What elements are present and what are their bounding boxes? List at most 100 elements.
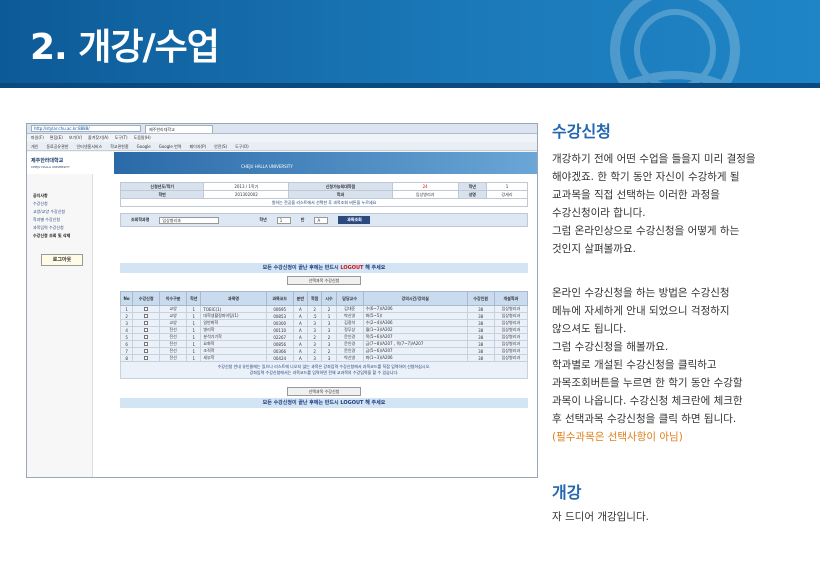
site-sidebar: 공지사항 수강신청 교양/교양 수강신청 학과별 수강신청 과목입력 수강신청 … [27, 174, 93, 477]
table-cell: 1 [321, 312, 337, 320]
table-cell: A [292, 340, 309, 348]
table-cell: 1 [186, 326, 202, 334]
checkbox-icon[interactable] [144, 320, 149, 325]
favorite-item[interactable]: 학교관한홈 [110, 142, 128, 150]
register-checkbox[interactable] [132, 326, 161, 334]
banner-stripe [0, 83, 820, 88]
search-bar: 조회학과명 임상병리과 학년 1 반 A 과목조회 [120, 213, 528, 227]
course-register-button-bottom[interactable]: 선택과목 수강신청 [287, 387, 361, 396]
sidebar-item-dept[interactable]: 학과별 수강신청 [27, 216, 92, 224]
paragraph-line: 과목이 나옵니다. 수강신청 체크란에 체크한 [552, 395, 743, 407]
checkbox-icon[interactable] [144, 306, 149, 311]
table-cell: 김정석 [335, 319, 364, 327]
sidebar-item-registration[interactable]: 수강신청 [27, 200, 92, 208]
menu-item[interactable]: 편집(E) [50, 134, 63, 142]
sidebar-item-notice[interactable]: 공지사항 [27, 192, 92, 200]
table-cell: 전선 [159, 333, 188, 341]
checkbox-icon[interactable] [144, 341, 149, 346]
dept-select[interactable]: 임상병리과 [159, 216, 220, 224]
guide-line: 수강신청 안내 유인물에는 있으나 리스트에 나오지 않는 과목은 강좌입력 수… [217, 364, 431, 369]
table-cell: 7 [119, 347, 134, 355]
sidebar-item-general[interactable]: 교양/교양 수강신청 [27, 208, 92, 216]
column-header: 시수 [321, 291, 337, 306]
menu-item[interactable]: 도구(T) [115, 134, 128, 142]
favorite-item[interactable]: Google [137, 142, 151, 150]
table-cell: 수(2~4)/A306 [362, 319, 468, 327]
notice-text: 해 주세요 [363, 400, 386, 406]
favorite-item[interactable]: 동료공유관한 [46, 142, 68, 150]
table-cell: 3 [321, 354, 337, 362]
table-cell: 3 [119, 319, 134, 327]
column-header: 과목명 [200, 291, 267, 306]
table-cell: 병리학 [200, 326, 267, 334]
favorite-item[interactable]: 개인 [31, 142, 38, 150]
required-note: (필수과목은 선택사항이 아님) [552, 431, 683, 443]
favorite-item[interactable]: 안전(S) [214, 142, 227, 150]
table-cell: 화(1~3)/A206 [362, 354, 468, 362]
table-cell: 3 [321, 326, 337, 334]
site-logo[interactable]: 제주한라대학교 CHEJU HALLA UNIVERSITY [31, 157, 70, 170]
sidebar-item-input[interactable]: 과목입력 수강신청 [27, 224, 92, 232]
column-header: 학년 [186, 291, 202, 306]
table-cell: 00695 [265, 305, 294, 313]
table-cell: 3 [306, 326, 323, 334]
address-bar[interactable]: http://stylar.chu.ac.kr:8888/ [31, 125, 141, 132]
column-header: 담당교수 [335, 291, 364, 306]
section-title-registration: 수강신청 [552, 122, 611, 141]
table-cell: 2 [306, 347, 323, 355]
student-info-table: 신청년도/학기 2013 / 1학기 신청가능최대학점 24 학년 1 학번 2… [119, 182, 528, 207]
table-cell: 분석기기학 [200, 333, 267, 341]
register-checkbox[interactable] [132, 354, 161, 362]
opening-section: 개강 자 드디어 개강입니다. [552, 479, 814, 524]
paragraph-line: 해야겠죠. 한 학기 동안 자신이 수강하게 될 [552, 171, 740, 183]
table-cell: 월(1~3)/A202 [362, 326, 468, 334]
table-cell: 38 [466, 305, 495, 313]
sidebar-item-inquiry[interactable]: 수강신청 조회 및 삭제 [27, 232, 92, 240]
register-checkbox[interactable] [132, 347, 161, 355]
checkbox-icon[interactable] [144, 327, 149, 332]
header-banner: 2. 개강/수업 [0, 0, 820, 88]
table-row: 1 교양 1 TOEIC(1) 00695 A 2 2 김대준 수(6~7)/A206 38 임상병리… [119, 305, 529, 313]
favorite-item[interactable]: Google 번역 [159, 142, 182, 150]
table-cell: 전선 [159, 326, 188, 334]
course-search-button[interactable]: 과목조회 [338, 216, 371, 224]
checkbox-icon[interactable] [144, 313, 149, 318]
checkbox-icon[interactable] [144, 334, 149, 339]
info-cell: 임상병리과 [391, 190, 459, 199]
table-cell: 2 [321, 347, 337, 355]
favorite-item[interactable]: 도구(O) [235, 142, 249, 150]
page-title: 2. 개강/수업 [30, 27, 220, 68]
register-checkbox[interactable] [132, 312, 161, 320]
table-row: 2 교양 1 대학생활정파이팅(1) 00853 A .5 1 박신영 화(5~5)/38 임상병리… [119, 312, 529, 320]
table-cell: 임상병리과 [493, 347, 529, 355]
table-cell: A [292, 319, 309, 327]
table-cell: 1 [186, 354, 202, 362]
class-input[interactable]: A [314, 216, 329, 224]
site-header: 제주한라대학교 CHEJU HALLA UNIVERSITY CHEJU HAL… [27, 152, 537, 174]
register-checkbox[interactable] [132, 305, 161, 313]
table-cell: 박신영 [335, 312, 364, 320]
menu-item[interactable]: 보기(V) [69, 134, 82, 142]
course-register-button-top[interactable]: 선택과목 수강신청 [287, 276, 361, 285]
favorite-item[interactable]: 인터넷홈서비스 [76, 142, 102, 150]
grade-input[interactable]: 1 [276, 216, 291, 224]
register-checkbox[interactable] [132, 333, 161, 341]
table-cell: 금(5~6)/A207 [362, 347, 468, 355]
menu-item[interactable]: 도움말(H) [134, 134, 151, 142]
checkbox-icon[interactable] [144, 348, 149, 353]
register-checkbox[interactable] [132, 319, 161, 327]
table-body: 1 교양 1 TOEIC(1) 00695 A 2 2 김대준 수(6~7)/A206 38 임상병리… [119, 305, 529, 362]
menu-item[interactable]: 즐겨찾기(A) [88, 134, 109, 142]
checkbox-icon[interactable] [144, 355, 149, 360]
logout-button[interactable]: 로그아웃 [41, 254, 83, 266]
university-emblem-icon [610, 0, 740, 88]
table-cell: 박신영 [335, 354, 364, 362]
register-checkbox[interactable] [132, 340, 161, 348]
favorite-item[interactable]: 페이지(P) [190, 142, 207, 150]
browser-tab[interactable]: 제주한라대학교 [145, 124, 213, 133]
table-cell: 2 [321, 333, 337, 341]
menu-item[interactable]: 파일(F) [31, 134, 44, 142]
table-cell: 38 [466, 340, 495, 348]
table-cell: 00424 [265, 354, 294, 362]
course-table: No 수강신청 이수구분 학년 과목명 과목코드 분반 학점 시수 담당교수 강의시간/강의실 수강인… [119, 291, 529, 379]
